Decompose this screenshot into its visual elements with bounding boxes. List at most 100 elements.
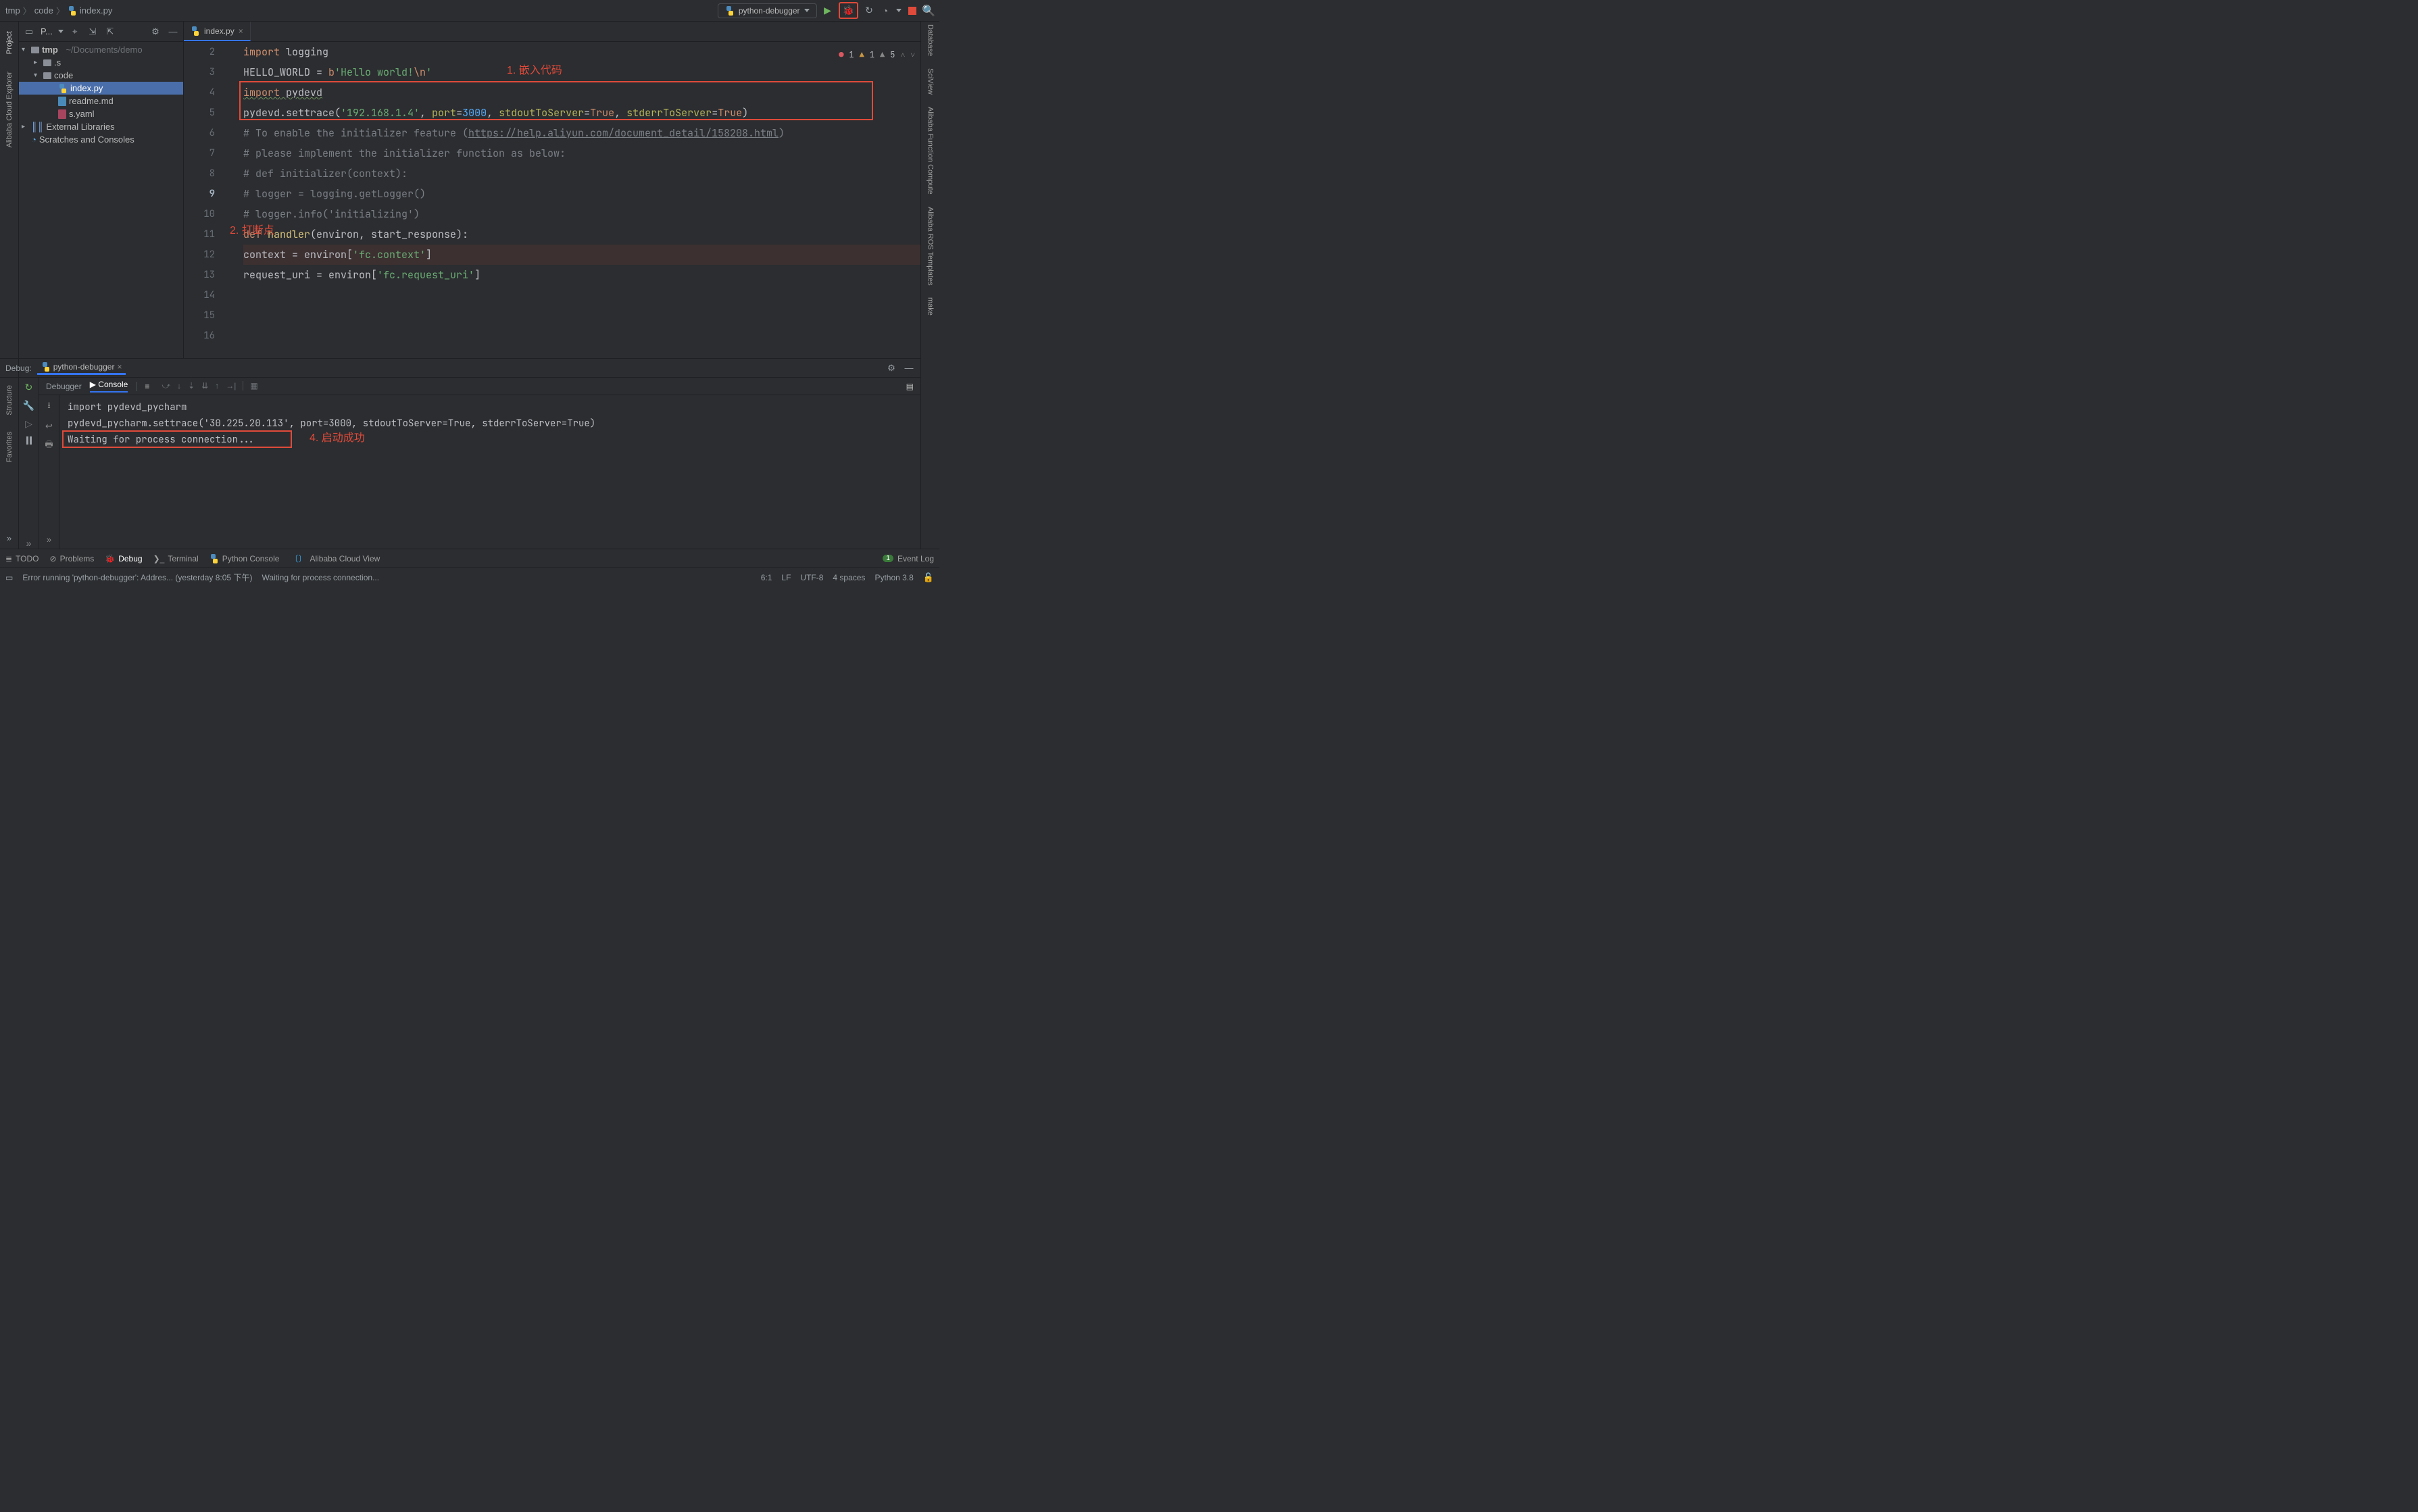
make-tool-tab[interactable]: make [927,297,935,316]
tree-file-syaml[interactable]: s.yaml [19,107,183,120]
step-over-icon[interactable]: ⤻ [162,381,170,391]
next-highlight-icon[interactable]: ˅ [910,45,915,65]
stop-button[interactable] [907,5,918,16]
project-tool-tab[interactable]: Project [4,27,15,58]
soft-wrap-icon[interactable]: ↩ [45,421,53,432]
rerun-button[interactable]: ↻ [25,382,33,393]
root-path: ~/Documents/demo [66,45,142,55]
tree-folder-s[interactable]: ▸ .s [19,56,183,69]
project-tree[interactable]: ▭ P... ⌖ ⇲ ⇱ ⚙ — ▾ tmp ~/Documents/demo … [19,22,184,358]
more-run-options[interactable] [896,9,902,12]
step-into-icon[interactable]: ↓ [177,381,181,391]
event-log-tool[interactable]: Event Log [897,554,934,563]
cursor-position[interactable]: 6:1 [761,573,772,582]
scratch-icon: ◔ [31,134,36,145]
python-console-tool[interactable]: Python Console [209,554,280,563]
evaluate-icon[interactable]: ▦ [250,381,257,391]
step-out-icon[interactable]: ↑ [215,381,219,391]
lock-icon[interactable]: 🔓 [923,572,934,583]
database-tool-tab[interactable]: Database [927,24,935,56]
tree-folder-code[interactable]: ▾ code [19,69,183,82]
run-config-selector[interactable]: python-debugger [718,3,817,18]
tree-root[interactable]: ▾ tmp ~/Documents/demo [19,43,183,56]
debug-tool[interactable]: 🐞Debug [105,554,142,563]
bug-icon: 🐞 [105,554,115,563]
python-icon [58,84,68,93]
python-icon [209,554,219,563]
chevron-down-icon[interactable]: ▾ [22,46,28,53]
tool-windows-icon[interactable]: ▭ [5,573,13,582]
hide-icon[interactable]: — [903,362,915,374]
collapse-all-icon[interactable]: ⇱ [104,26,116,38]
print-icon[interactable]: 🖶 [45,438,53,453]
python-icon [41,362,51,372]
prev-highlight-icon[interactable]: ˄ [900,45,905,65]
more-icon[interactable]: » [26,538,32,549]
chevron-right-icon[interactable]: ▸ [34,59,41,66]
file-encoding[interactable]: UTF-8 [800,573,823,582]
alibaba-explorer-tab[interactable]: Alibaba Cloud Explorer [5,72,14,148]
gear-icon[interactable]: ⚙ [149,26,162,38]
breadcrumb-code[interactable]: code [34,5,53,16]
warning-icon[interactable]: ▲ [860,45,864,65]
breadcrumb-tmp[interactable]: tmp [5,5,20,16]
expand-all-icon[interactable]: ⇲ [87,26,99,38]
sciview-tool-tab[interactable]: SciView [927,68,935,95]
todo-tool[interactable]: ≣TODO [5,554,39,563]
resume-button[interactable]: ▷ [25,418,32,430]
alibaba-view-tool[interactable]: 〔〕Alibaba Cloud View [290,553,380,564]
more-icon[interactable]: » [47,534,51,545]
select-opened-icon[interactable]: ⌖ [69,26,81,38]
breadcrumb-file[interactable]: index.py [80,5,112,16]
root-name: tmp [42,45,58,55]
terminal-tool[interactable]: ❯_Terminal [153,554,199,563]
profile-button[interactable]: ◔ [880,5,891,16]
breadcrumb[interactable]: tmp 〉 code 〉 index.py [5,4,112,17]
run-to-cursor-icon[interactable]: →| [226,381,236,391]
folder-icon [43,59,51,66]
threads-icon[interactable]: ≡ [145,382,149,391]
scroll-end-icon[interactable]: ⭳ [47,399,51,414]
weak-warning-icon[interactable]: ▲ [880,45,885,65]
gear-icon[interactable]: ⚙ [885,362,897,374]
error-icon[interactable]: ● [839,45,843,65]
hide-icon[interactable]: — [167,26,179,38]
force-step-icon[interactable]: ⇊ [201,381,208,391]
run-config-name: python-debugger [739,6,800,16]
run-with-coverage-button[interactable]: ↻ [864,5,874,16]
chevron-right-icon: 〉 [56,4,65,17]
editor-gutter[interactable]: 2 3 4 5 6 7 8 9 10 11 12 13 14 15 16 [184,42,222,358]
pause-button[interactable] [26,436,32,445]
console-line: import pydevd_pycharm [68,399,912,415]
console-tab[interactable]: ▶ Console [90,380,128,393]
chevron-down-icon [804,9,810,12]
status-msg-2[interactable]: Waiting for process connection... [262,573,379,582]
close-icon[interactable]: × [239,26,243,36]
view-mode-dropdown[interactable] [58,30,64,33]
debug-button[interactable]: 🐞 [839,2,858,19]
tree-file-readme[interactable]: readme.md [19,95,183,107]
interpreter[interactable]: Python 3.8 [874,573,913,582]
tree-scratches[interactable]: ◔ Scratches and Consoles [19,133,183,146]
close-icon[interactable]: × [117,362,122,372]
status-msg-1[interactable]: Error running 'python-debugger': Addres.… [22,572,252,583]
editor-tab-index[interactable]: index.py × [184,22,251,41]
debug-console[interactable]: import pydevd_pycharm pydevd_pycharm.set… [59,395,920,549]
run-button[interactable]: ▶ [822,5,833,16]
chevron-down-icon[interactable]: ▾ [34,72,41,79]
step-into-my-icon[interactable]: ⇣ [188,381,195,391]
line-separator[interactable]: LF [781,573,791,582]
search-icon[interactable]: 🔍 [923,5,934,16]
alibaba-ros-tab[interactable]: Alibaba ROS Templates [927,207,935,286]
code-editor[interactable]: ●1 ▲1 ▲5 ˄ ˅ import logging HELLO_WORLD … [222,42,920,358]
indent-setting[interactable]: 4 spaces [833,573,865,582]
problems-tool[interactable]: ⊘Problems [50,554,95,563]
debugger-tab[interactable]: Debugger [46,382,82,391]
modify-run-config-button[interactable]: 🔧 [23,400,34,411]
tree-external-libs[interactable]: ▸ ║║ External Libraries [19,120,183,133]
chevron-right-icon[interactable]: ▸ [22,123,28,130]
alibaba-fc-tab[interactable]: Alibaba Function Compute [927,107,935,195]
debug-config-tab[interactable]: python-debugger × [37,361,126,375]
layout-settings-icon[interactable]: ▤ [906,382,914,391]
tree-file-index[interactable]: index.py [19,82,183,95]
